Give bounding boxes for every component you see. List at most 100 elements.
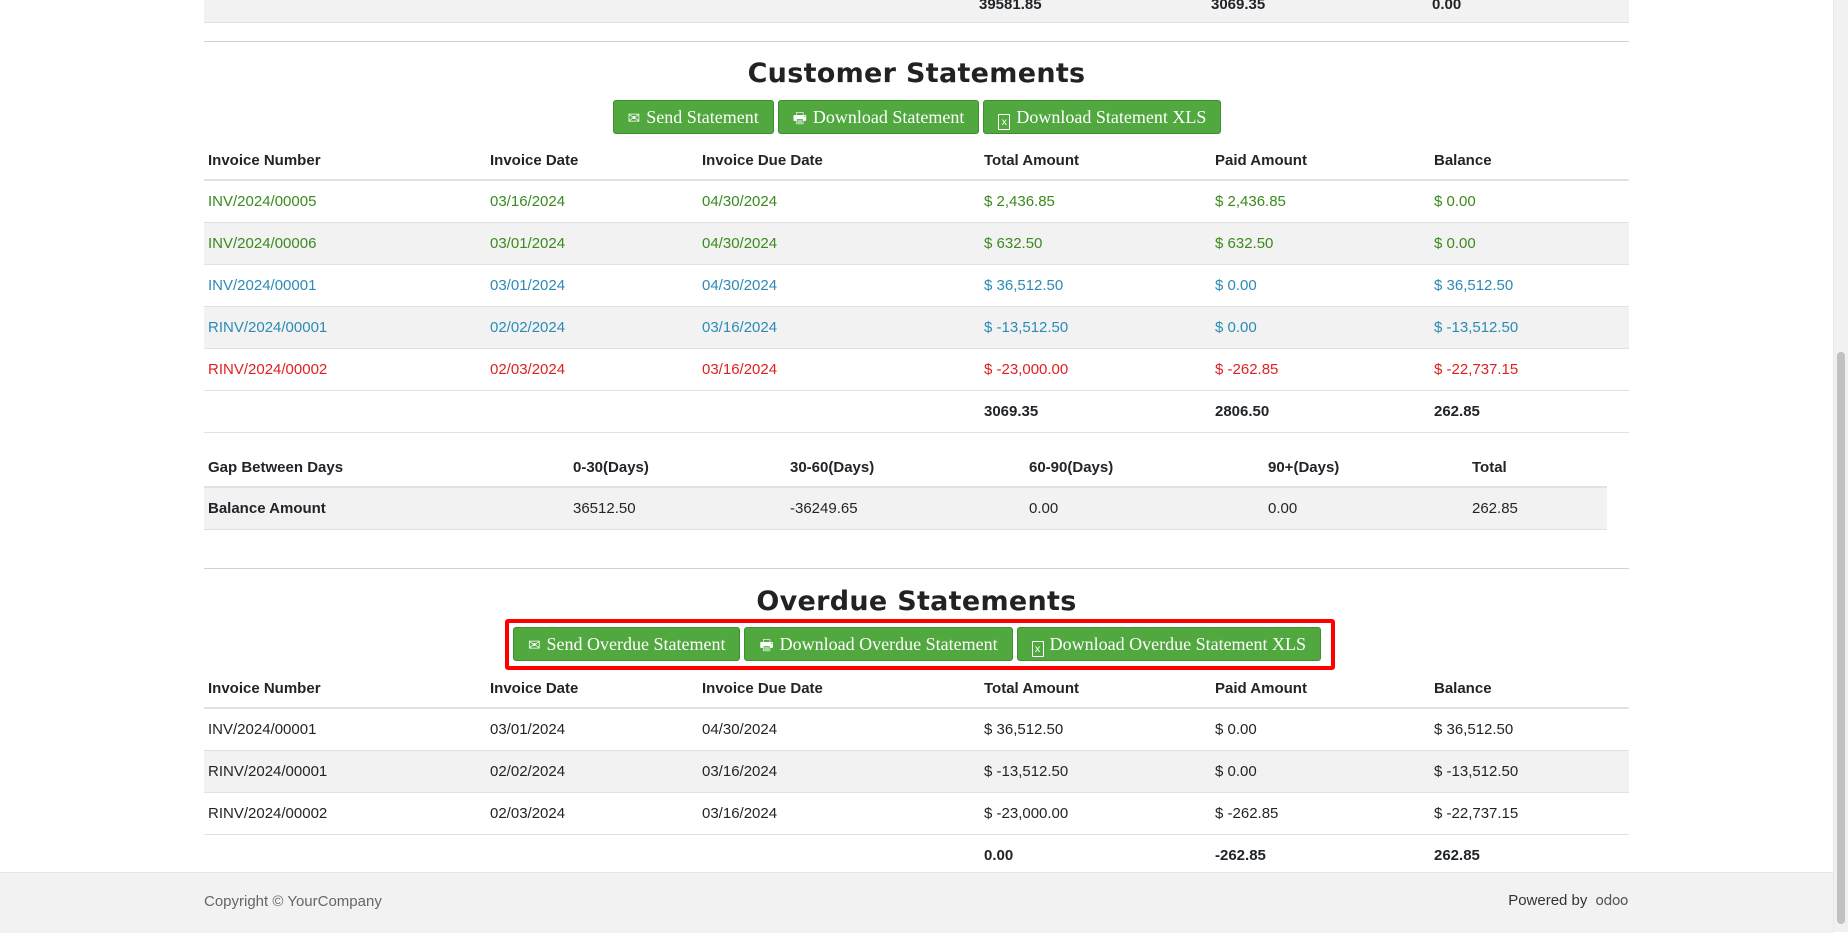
download-overdue-statement-button[interactable]: 🖶 Download Overdue Statement — [744, 627, 1013, 661]
sum-balance: 262.85 — [1430, 390, 1629, 433]
aging-row: Balance Amount 36512.50 -36249.65 0.00 0… — [204, 487, 1607, 530]
total-amount: $ -23,000.00 — [980, 792, 1211, 835]
table-header-row: Invoice Number Invoice Date Invoice Due … — [204, 669, 1629, 709]
invoice-due-date: 03/16/2024 — [698, 306, 980, 349]
invoice-number[interactable]: INV/2024/00001 — [204, 264, 486, 307]
sum-balance: 262.85 — [1430, 834, 1629, 877]
balance: $ -13,512.50 — [1430, 750, 1629, 793]
invoice-date: 02/03/2024 — [486, 348, 698, 391]
download-overdue-statement-xls-label: Download Overdue Statement XLS — [1049, 634, 1307, 654]
customer-statements-title: Customer Statements — [747, 58, 1086, 89]
invoice-date: 03/16/2024 — [486, 180, 698, 223]
col-paid-amount: Paid Amount — [1211, 141, 1430, 181]
aging-total-value: 262.85 — [1468, 487, 1607, 530]
envelope-icon: ✉ — [527, 636, 541, 654]
sum-total-amount: 0.00 — [980, 834, 1211, 877]
download-statement-xls-label: Download Statement XLS — [1016, 107, 1207, 127]
customer-button-group: ✉ Send Statement 🖶 Download Statement x Dow… — [0, 100, 1834, 134]
sum-paid-amount: 2806.50 — [1211, 390, 1430, 433]
table-row: RINV/2024/00002 02/03/2024 03/16/2024 $ … — [204, 792, 1629, 835]
send-overdue-statement-button[interactable]: ✉ Send Overdue Statement — [512, 627, 741, 661]
table-row: INV/2024/00006 03/01/2024 04/30/2024 $ 6… — [204, 222, 1629, 265]
customer-statements-table: Invoice Number Invoice Date Invoice Due … — [204, 141, 1629, 433]
col-aging-total: Total — [1468, 448, 1607, 488]
divider — [204, 568, 1629, 569]
col-invoice-due-date: Invoice Due Date — [698, 141, 980, 181]
table-row: RINV/2024/00002 02/03/2024 03/16/2024 $ … — [204, 348, 1629, 391]
powered-by[interactable]: Powered by odoo — [1508, 892, 1628, 909]
print-icon: 🖶 — [792, 109, 807, 127]
col-invoice-date: Invoice Date — [486, 141, 698, 181]
col-invoice-number: Invoice Number — [204, 669, 486, 709]
odoo-logo: odoo — [1595, 893, 1628, 909]
overdue-statements-header: Overdue Statements — [204, 584, 1629, 622]
download-statement-label: Download Statement — [812, 107, 965, 127]
customer-statements-table-wrap: Invoice Number Invoice Date Invoice Due … — [204, 141, 1629, 433]
total-amount: $ -13,512.50 — [980, 750, 1211, 793]
invoice-number[interactable]: INV/2024/00001 — [204, 708, 486, 751]
send-statement-button[interactable]: ✉ Send Statement — [612, 100, 774, 134]
total-amount: $ 2,436.85 — [980, 180, 1211, 223]
invoice-number[interactable]: INV/2024/00005 — [204, 180, 486, 223]
aging-0-30-value: 36512.50 — [569, 487, 786, 530]
col-gap-between-days: Gap Between Days — [204, 448, 569, 488]
previous-total-amount: 39581.85 — [979, 0, 1042, 13]
customer-statements-header: Customer Statements — [204, 56, 1629, 94]
balance: $ 36,512.50 — [1430, 708, 1629, 751]
download-overdue-statement-label: Download Overdue Statement — [779, 634, 998, 654]
copyright-text: Copyright © YourCompany — [204, 893, 382, 910]
previous-totals-row: 39581.85 3069.35 0.00 — [204, 0, 1629, 23]
download-overdue-statement-xls-button[interactable]: x Download Overdue Statement XLS — [1016, 627, 1322, 661]
aging-90-plus-value: 0.00 — [1264, 487, 1468, 530]
col-invoice-number: Invoice Number — [204, 141, 486, 181]
table-row: RINV/2024/00001 02/02/2024 03/16/2024 $ … — [204, 306, 1629, 349]
overdue-statements-table: Invoice Number Invoice Date Invoice Due … — [204, 669, 1629, 877]
aging-60-90-value: 0.00 — [1025, 487, 1264, 530]
invoice-number[interactable]: RINV/2024/00002 — [204, 792, 486, 835]
aging-table: Gap Between Days 0-30(Days) 30-60(Days) … — [204, 448, 1607, 530]
totals-row: 3069.35 2806.50 262.85 — [204, 390, 1629, 433]
invoice-number[interactable]: RINV/2024/00002 — [204, 348, 486, 391]
invoice-date: 03/01/2024 — [486, 264, 698, 307]
invoice-number[interactable]: INV/2024/00006 — [204, 222, 486, 265]
paid-amount: $ -262.85 — [1211, 792, 1430, 835]
invoice-due-date: 04/30/2024 — [698, 264, 980, 307]
paid-amount: $ 0.00 — [1211, 306, 1430, 349]
total-amount: $ -23,000.00 — [980, 348, 1211, 391]
paid-amount: $ 0.00 — [1211, 264, 1430, 307]
balance: $ 36,512.50 — [1430, 264, 1629, 307]
col-30-60-days: 30-60(Days) — [786, 448, 1025, 488]
send-statement-label: Send Statement — [646, 107, 759, 127]
previous-balance: 0.00 — [1432, 0, 1462, 13]
col-invoice-due-date: Invoice Due Date — [698, 669, 980, 709]
invoice-date: 03/01/2024 — [486, 222, 698, 265]
paid-amount: $ 632.50 — [1211, 222, 1430, 265]
col-balance: Balance — [1430, 141, 1629, 181]
page: 39581.85 3069.35 0.00 Customer Statement… — [0, 0, 1834, 933]
invoice-number[interactable]: RINV/2024/00001 — [204, 306, 486, 349]
balance-amount-label: Balance Amount — [204, 487, 569, 530]
col-90-plus-days: 90+(Days) — [1264, 448, 1468, 488]
paid-amount: $ -262.85 — [1211, 348, 1430, 391]
total-amount: $ 632.50 — [980, 222, 1211, 265]
print-icon: 🖶 — [759, 636, 774, 654]
invoice-date: 02/02/2024 — [486, 306, 698, 349]
aging-table-wrap: Gap Between Days 0-30(Days) 30-60(Days) … — [204, 448, 1607, 530]
balance: $ -22,737.15 — [1430, 348, 1629, 391]
previous-paid-amount: 3069.35 — [1211, 0, 1266, 13]
balance: $ 0.00 — [1430, 222, 1629, 265]
table-row: RINV/2024/00001 02/02/2024 03/16/2024 $ … — [204, 750, 1629, 793]
total-amount: $ 36,512.50 — [980, 264, 1211, 307]
invoice-date: 02/02/2024 — [486, 750, 698, 793]
download-statement-xls-button[interactable]: x Download Statement XLS — [983, 100, 1222, 134]
invoice-date: 02/03/2024 — [486, 792, 698, 835]
paid-amount: $ 0.00 — [1211, 708, 1430, 751]
sum-paid-amount: -262.85 — [1211, 834, 1430, 877]
invoice-due-date: 03/16/2024 — [698, 348, 980, 391]
vertical-scrollbar[interactable] — [1833, 0, 1848, 932]
invoice-number[interactable]: RINV/2024/00001 — [204, 750, 486, 793]
scrollbar-thumb[interactable] — [1837, 352, 1845, 924]
download-statement-button[interactable]: 🖶 Download Statement — [777, 100, 980, 134]
overdue-statements-table-wrap: Invoice Number Invoice Date Invoice Due … — [204, 669, 1629, 877]
paid-amount: $ 0.00 — [1211, 750, 1430, 793]
